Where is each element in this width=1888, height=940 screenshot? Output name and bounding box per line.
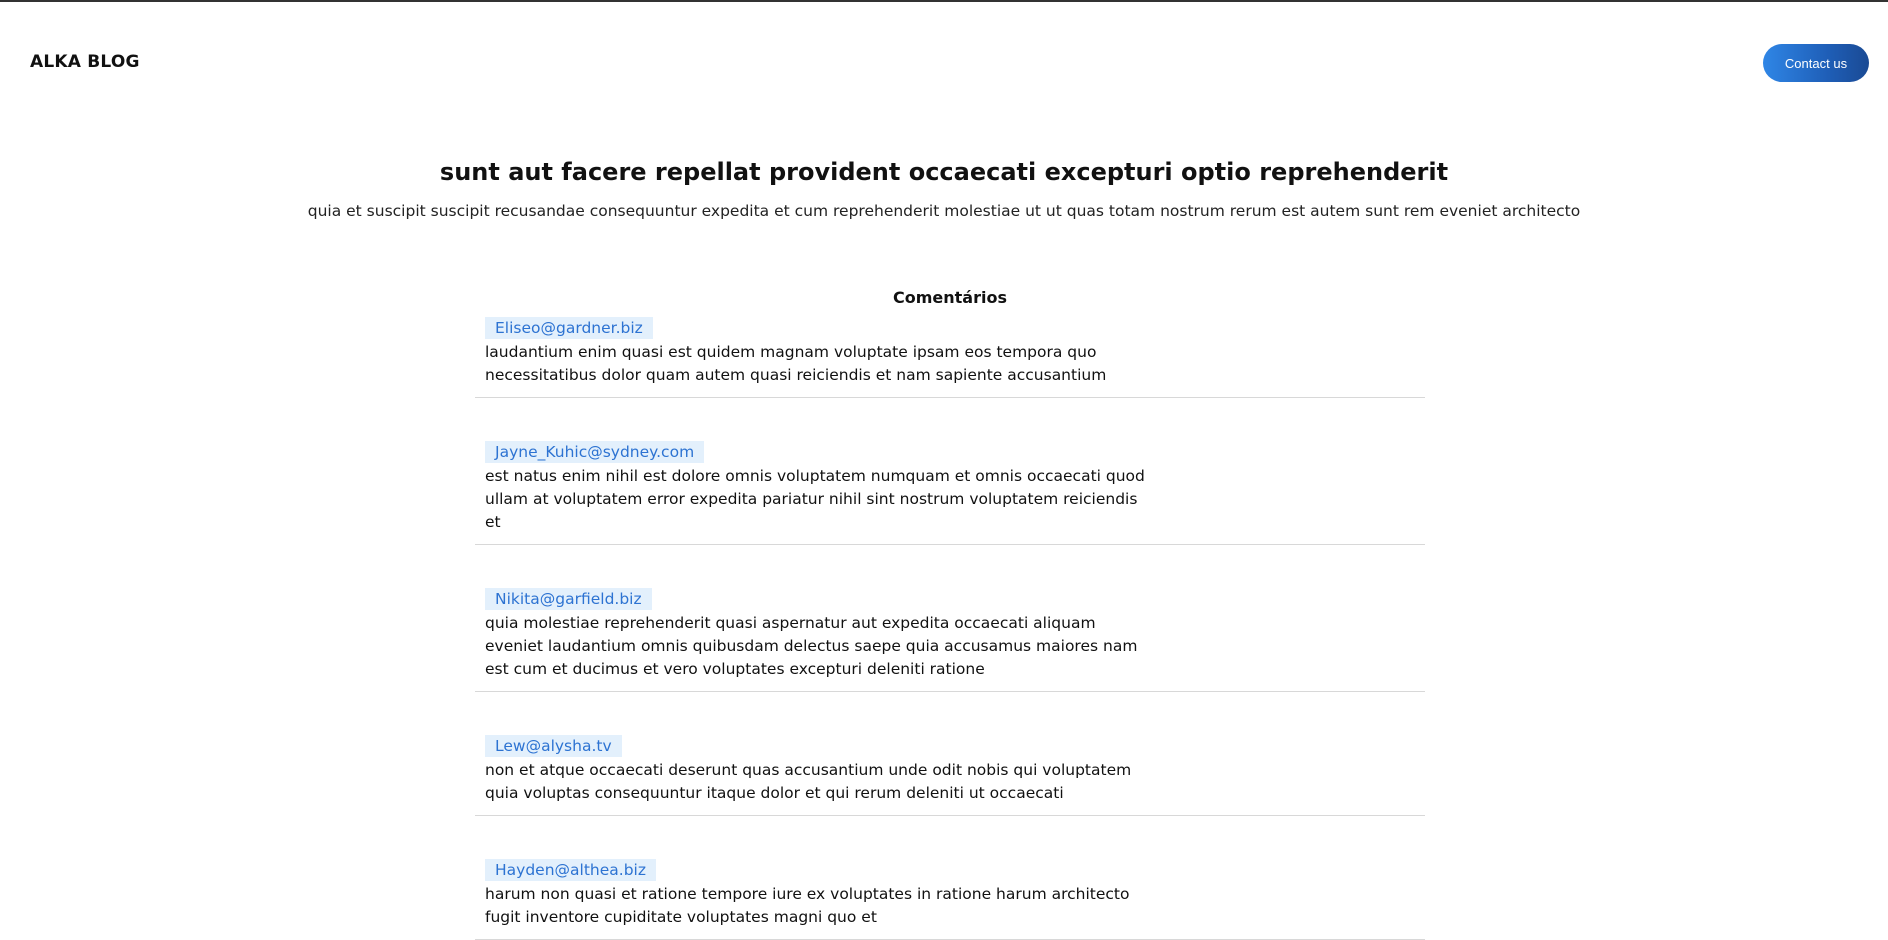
comment-body: non et atque occaecati deserunt quas acc… (485, 761, 1132, 802)
comment-item: Jayne_Kuhic@sydney.com est natus enim ni… (475, 441, 1425, 545)
contact-us-button[interactable]: Contact us (1763, 44, 1869, 82)
comment-email-tag[interactable]: Hayden@althea.biz (485, 859, 656, 881)
comment-body: est natus enim nihil est dolore omnis vo… (485, 467, 1145, 531)
comment-email-tag[interactable]: Eliseo@gardner.biz (485, 317, 653, 339)
comment-item: Nikita@garfield.biz quia molestiae repre… (475, 588, 1425, 692)
comments-section: Comentários Eliseo@gardner.biz laudantiu… (475, 287, 1425, 940)
comment-body: laudantium enim quasi est quidem magnam … (485, 343, 1107, 384)
comment-body: harum non quasi et ratione tempore iure … (485, 885, 1130, 926)
comment-item: Lew@alysha.tv non et atque occaecati des… (475, 735, 1425, 816)
comment-email-tag[interactable]: Jayne_Kuhic@sydney.com (485, 441, 705, 463)
post-section: sunt aut facere repellat provident occae… (0, 152, 1888, 224)
post-body: quia et suscipit suscipit recusandae con… (307, 202, 1581, 220)
top-navigation: ALKA BLOG Contact us (0, 2, 1888, 122)
comment-email-tag[interactable]: Nikita@garfield.biz (485, 588, 652, 610)
comment-email-tag[interactable]: Lew@alysha.tv (485, 735, 622, 757)
comment-body: quia molestiae reprehenderit quasi asper… (485, 614, 1138, 678)
comment-item: Eliseo@gardner.biz laudantium enim quasi… (475, 317, 1425, 398)
post-title: sunt aut facere repellat provident occae… (439, 158, 1449, 186)
comment-item: Hayden@althea.biz harum non quasi et rat… (475, 859, 1425, 940)
blog-logo[interactable]: ALKA BLOG (30, 52, 140, 72)
comments-title: Comentários (893, 288, 1007, 307)
